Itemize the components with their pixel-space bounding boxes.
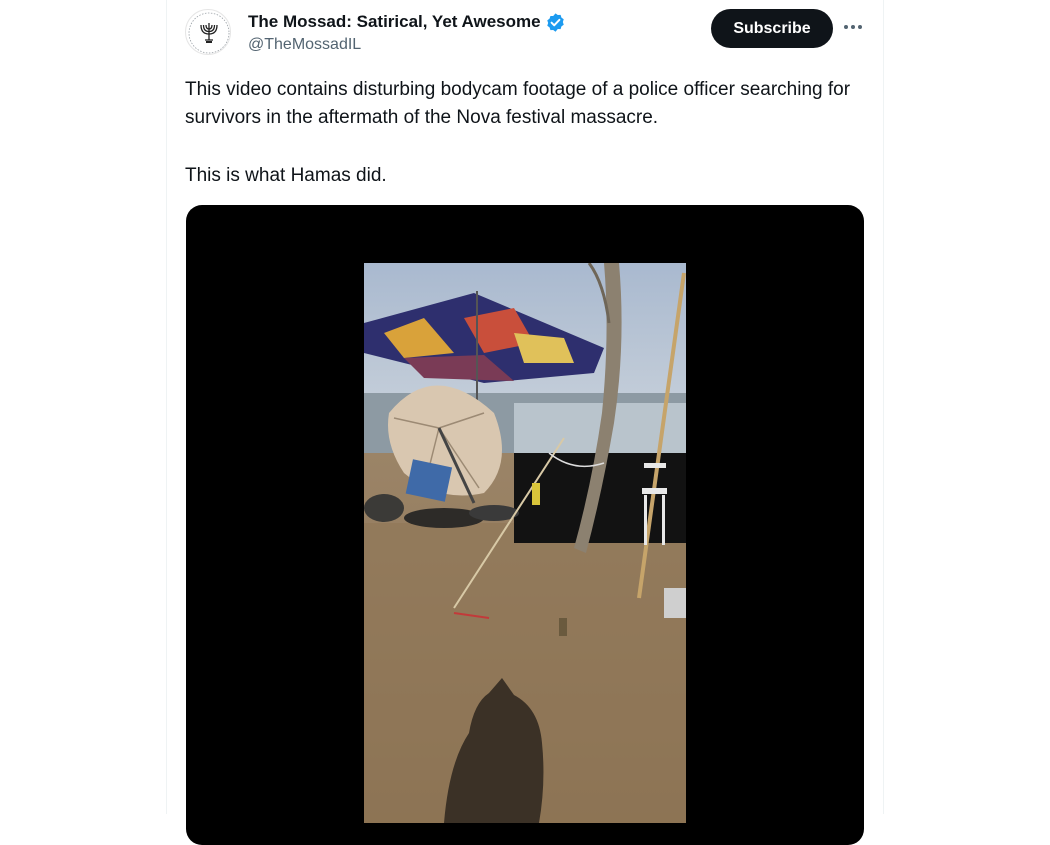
video-thumbnail <box>364 263 686 823</box>
video-player[interactable] <box>186 205 864 845</box>
author-handle[interactable]: @TheMossadIL <box>248 36 361 54</box>
verified-badge-icon[interactable] <box>545 12 566 33</box>
author-name-row[interactable]: The Mossad: Satirical, Yet Awesome <box>248 11 566 33</box>
author-display-name[interactable]: The Mossad: Satirical, Yet Awesome <box>248 12 541 32</box>
menorah-emblem-icon <box>188 12 230 54</box>
subscribe-button[interactable]: Subscribe <box>711 9 833 48</box>
more-horizontal-icon <box>844 25 862 29</box>
avatar[interactable] <box>185 9 231 55</box>
video-frame[interactable] <box>364 263 686 823</box>
post-text: This video contains disturbing bodycam f… <box>185 76 865 190</box>
more-options-button[interactable] <box>840 14 866 40</box>
post-text-paragraph: This video contains disturbing bodycam f… <box>185 79 851 128</box>
post-text-paragraph: This is what Hamas did. <box>185 165 387 186</box>
